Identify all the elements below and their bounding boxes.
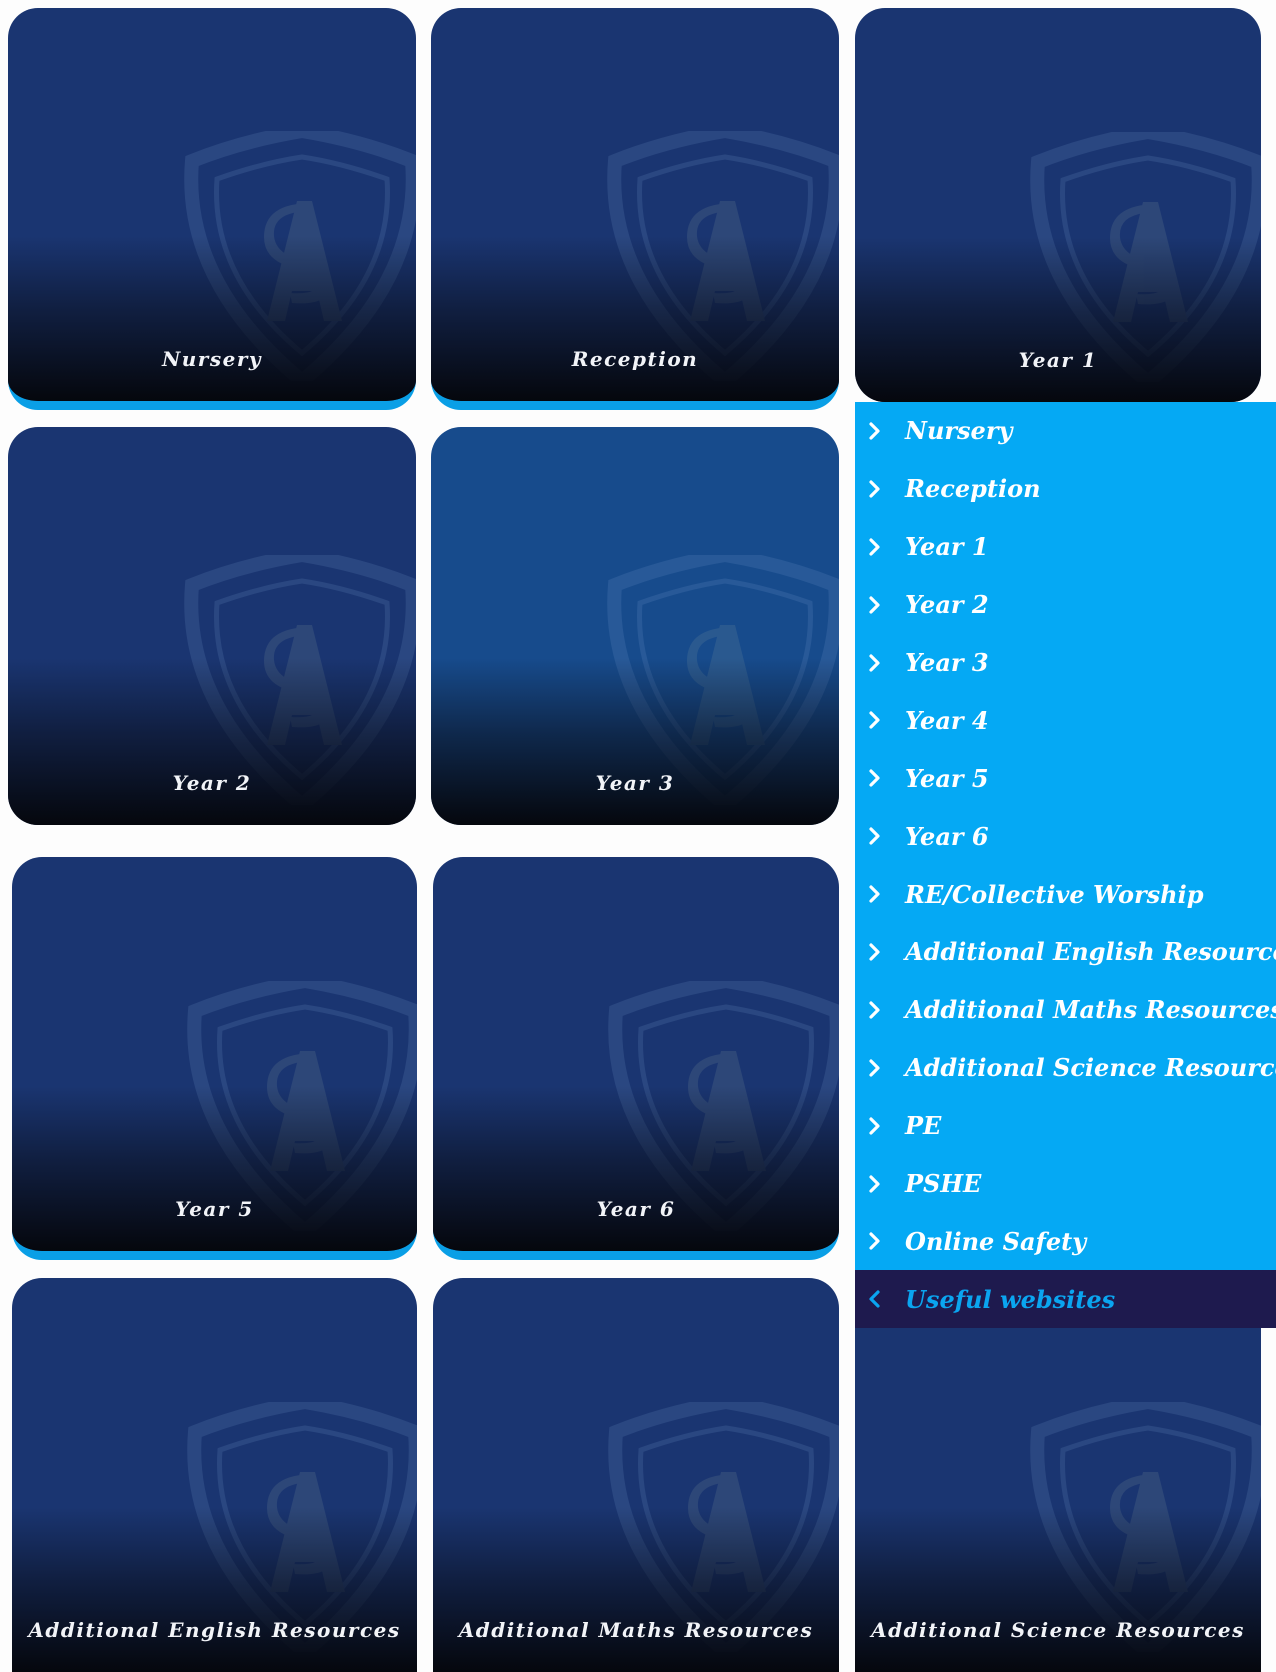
menu-item-useful-websites[interactable]: Useful websites [855, 1270, 1276, 1329]
menu-item-online-safety[interactable]: Online Safety [855, 1212, 1276, 1270]
menu-item-label: Year 5 [905, 763, 989, 793]
tile-label: Additional Maths Resources [458, 1618, 814, 1642]
menu-item-pshe[interactable]: PSHE [855, 1155, 1276, 1213]
menu-item-additional-maths[interactable]: Additional Maths Resources [855, 981, 1276, 1039]
tile-shade [431, 657, 839, 825]
menu-item-label: Reception [905, 474, 1041, 504]
chevron-right-icon [868, 1230, 882, 1252]
menu-item-year-4[interactable]: Year 4 [855, 691, 1276, 749]
tile-reception[interactable]: Reception [431, 8, 839, 410]
menu-item-year-6[interactable]: Year 6 [855, 807, 1276, 865]
chevron-right-icon [868, 1173, 882, 1195]
chevron-right-icon [868, 941, 882, 963]
menu-item-label: Additional Science Resources [905, 1053, 1276, 1083]
tile-shade [855, 1506, 1261, 1672]
menu-item-label: Year 2 [905, 590, 989, 620]
chevron-right-icon [868, 883, 882, 905]
menu-item-label: Additional English Resources [905, 937, 1276, 967]
menu-item-label: Year 6 [905, 821, 989, 851]
menu-item-year-3[interactable]: Year 3 [855, 634, 1276, 692]
menu-item-label: Year 3 [905, 648, 989, 677]
chevron-right-icon [868, 1115, 882, 1137]
menu-item-nursery[interactable]: Nursery [855, 402, 1276, 460]
tile-label: Reception [571, 347, 699, 371]
tile-label: Nursery [161, 347, 262, 371]
tile-shade [12, 1085, 417, 1251]
tile-additional-english[interactable]: Additional English Resources [12, 1278, 417, 1672]
chevron-right-icon [868, 825, 882, 847]
menu-item-pe[interactable]: PE [855, 1097, 1276, 1155]
tile-year-5[interactable]: Year 5 [12, 857, 417, 1260]
tile-additional-maths[interactable]: Additional Maths Resources [433, 1278, 839, 1672]
tile-label: Year 1 [1018, 348, 1098, 372]
menu-item-label: Year 1 [905, 532, 989, 562]
menu-item-label: Additional Maths Resources [905, 995, 1276, 1025]
tile-year-6[interactable]: Year 6 [433, 857, 839, 1260]
menu-item-year-1[interactable]: Year 1 [855, 518, 1276, 576]
chevron-right-icon [868, 1057, 882, 1079]
tile-year-1[interactable]: Year 1 [855, 8, 1261, 402]
tile-nursery[interactable]: Nursery [8, 8, 416, 410]
menu-item-re-collective-worship[interactable]: RE/Collective Worship [855, 865, 1276, 923]
menu-item-label: Useful websites [905, 1284, 1116, 1314]
chevron-right-icon [868, 478, 882, 500]
tile-shade [12, 1506, 417, 1672]
tile-shade [433, 1085, 839, 1251]
tile-label: Year 3 [595, 771, 675, 795]
menu-item-label: Year 4 [905, 705, 989, 735]
menu-item-label: Nursery [905, 416, 1013, 446]
chevron-right-icon [868, 536, 882, 558]
tile-label: Additional English Resources [28, 1618, 401, 1642]
chevron-right-icon [868, 652, 882, 674]
tile-shade [431, 235, 839, 401]
chevron-right-icon [868, 420, 882, 442]
chevron-right-icon [868, 999, 882, 1021]
menu-item-label: PE [905, 1111, 942, 1141]
dropdown-menu: Nursery Reception Year 1 Year 2 Year 3 Y… [855, 402, 1276, 1329]
menu-item-label: PSHE [905, 1169, 982, 1199]
tile-shade [855, 236, 1261, 402]
tile-year-2[interactable]: Year 2 [8, 427, 416, 825]
tile-additional-science[interactable]: Additional Science Resources [855, 1278, 1261, 1672]
tile-shade [8, 235, 416, 401]
tile-label: Year 2 [172, 771, 252, 795]
tile-label: Additional Science Resources [871, 1618, 1245, 1642]
tile-label: Year 5 [175, 1197, 254, 1221]
chevron-right-icon [868, 767, 882, 789]
tile-year-3[interactable]: Year 3 [431, 427, 839, 825]
menu-item-label: Online Safety [905, 1226, 1087, 1256]
menu-item-additional-science[interactable]: Additional Science Resources [855, 1039, 1276, 1097]
menu-item-year-5[interactable]: Year 5 [855, 749, 1276, 807]
chevron-left-icon [868, 1288, 882, 1310]
tile-shade [8, 657, 416, 825]
menu-item-additional-english[interactable]: Additional English Resources [855, 923, 1276, 981]
chevron-right-icon [868, 709, 882, 731]
tile-shade [433, 1506, 839, 1672]
menu-item-reception[interactable]: Reception [855, 460, 1276, 518]
menu-item-year-2[interactable]: Year 2 [855, 576, 1276, 634]
menu-item-label: RE/Collective Worship [905, 879, 1204, 909]
tile-label: Year 6 [596, 1197, 676, 1221]
chevron-right-icon [868, 594, 882, 616]
